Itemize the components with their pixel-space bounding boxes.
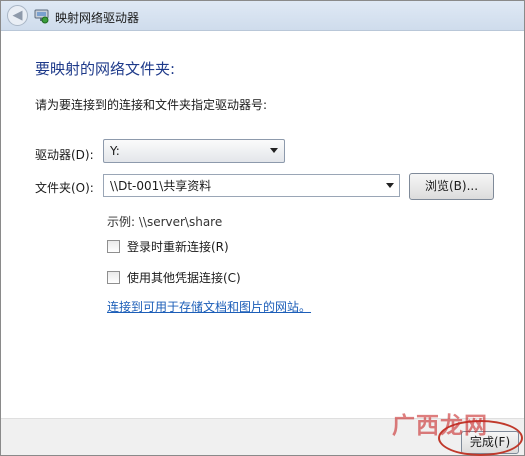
folder-value: \\Dt-001\共享资料 xyxy=(110,179,212,193)
drive-value: Y: xyxy=(110,144,120,158)
example-text: 示例: \\server\share xyxy=(107,215,223,229)
network-drive-icon xyxy=(34,9,49,24)
chevron-down-icon[interactable] xyxy=(386,183,394,188)
window-title: 映射网络驱动器 xyxy=(55,11,140,25)
chevron-down-icon xyxy=(270,148,278,153)
back-button[interactable]: ◀ xyxy=(7,5,28,26)
drive-select[interactable]: Y: xyxy=(103,139,285,163)
reconnect-checkbox[interactable] xyxy=(107,240,120,253)
back-arrow-icon: ◀ xyxy=(12,8,23,23)
credentials-checkbox[interactable] xyxy=(107,271,120,284)
finish-button[interactable]: 完成(F) xyxy=(461,431,519,454)
instruction-text: 请为要连接到的连接和文件夹指定驱动器号: xyxy=(35,98,268,112)
browse-button[interactable]: 浏览(B)... xyxy=(409,173,494,200)
folder-label: 文件夹(O): xyxy=(35,181,94,195)
credentials-option[interactable]: 使用其他凭据连接(C) xyxy=(107,269,241,286)
drive-label: 驱动器(D): xyxy=(35,148,94,162)
connect-website-link[interactable]: 连接到可用于存储文档和图片的网站。 xyxy=(107,298,311,315)
reconnect-label[interactable]: 登录时重新连接(R) xyxy=(127,238,229,255)
credentials-label[interactable]: 使用其他凭据连接(C) xyxy=(127,269,241,286)
page-heading: 要映射的网络文件夹: xyxy=(35,60,176,78)
map-network-drive-dialog: ◀ 映射网络驱动器 要映射的网络文件夹: 请为要连接到的连接和文件夹指定驱动器号… xyxy=(0,0,525,456)
title-bar: ◀ 映射网络驱动器 xyxy=(1,1,524,31)
reconnect-option[interactable]: 登录时重新连接(R) xyxy=(107,238,229,255)
dialog-content: 要映射的网络文件夹: 请为要连接到的连接和文件夹指定驱动器号: 驱动器(D): … xyxy=(1,32,524,418)
folder-input[interactable]: \\Dt-001\共享资料 xyxy=(103,174,400,197)
dialog-footer: 完成(F) xyxy=(1,418,524,455)
